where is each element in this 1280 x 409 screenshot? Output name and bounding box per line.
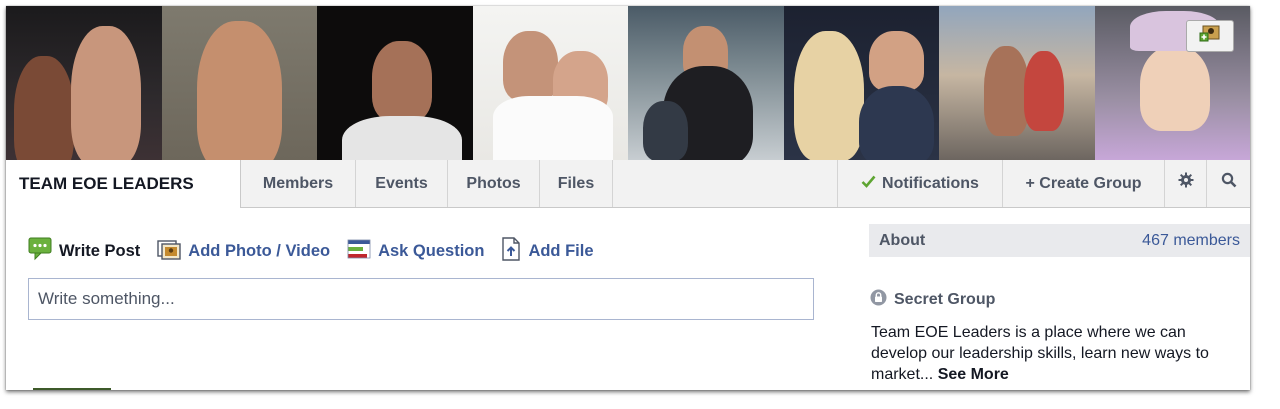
notifications-button[interactable]: Notifications [837,160,1002,207]
member-photo[interactable] [939,6,1095,160]
composer-actions: Write Post Add Photo / Video Ask Questio… [28,236,611,266]
add-photo-video-tab[interactable]: Add Photo / Video [157,238,330,265]
member-photo[interactable] [161,6,317,160]
notifications-label: Notifications [882,175,979,192]
tab-members[interactable]: Members [241,160,356,207]
group-description: Team EOE Leaders is a place where we can… [871,322,1236,385]
privacy-label: Secret Group [894,291,996,308]
group-name[interactable]: TEAM EOE LEADERS [6,160,241,208]
member-photo[interactable] [783,6,939,160]
member-photo[interactable] [6,6,162,160]
add-photo-video-label: Add Photo / Video [188,241,331,260]
member-photo[interactable] [1094,6,1250,160]
about-header: About 467 members [869,224,1250,257]
file-upload-icon [501,236,521,266]
write-post-label: Write Post [59,241,141,260]
post-thumbnail[interactable] [33,388,111,390]
tab-events[interactable]: Events [356,160,448,207]
ask-question-tab[interactable]: Ask Question [347,238,484,265]
see-more-link[interactable]: See More [938,366,1009,383]
ask-question-label: Ask Question [378,241,485,260]
add-file-label: Add File [528,241,594,260]
create-group-label: + Create Group [1025,175,1142,192]
group-page: TEAM EOE LEADERS Members Events Photos F… [6,6,1250,390]
about-title: About [879,231,926,249]
search-button[interactable] [1206,160,1250,207]
check-icon [861,160,876,207]
members-count-link[interactable]: 467 members [1142,232,1240,250]
add-cover-photo-icon [1199,25,1221,48]
settings-button[interactable] [1164,160,1206,207]
tab-files[interactable]: Files [540,160,613,207]
add-file-tab[interactable]: Add File [501,236,594,266]
member-photo[interactable] [628,6,784,160]
member-photo[interactable] [317,6,473,160]
search-icon [1221,160,1237,207]
cover-photo-strip [6,6,1250,160]
write-something-input[interactable]: Write something... [28,278,814,320]
write-post-tab[interactable]: Write Post [28,237,140,266]
lock-icon [870,289,887,311]
speech-bubble-icon [28,237,52,266]
group-nav-bar: TEAM EOE LEADERS Members Events Photos F… [6,160,1250,208]
tab-photos[interactable]: Photos [448,160,540,207]
privacy-status: Secret Group [870,289,995,311]
photo-icon [157,238,181,265]
poll-icon [347,238,371,265]
gear-icon [1178,160,1194,207]
create-group-button[interactable]: + Create Group [1002,160,1164,207]
description-text: Team EOE Leaders is a place where we can… [871,324,1209,383]
member-photo[interactable] [472,6,628,160]
add-cover-photo-button[interactable] [1186,20,1234,52]
